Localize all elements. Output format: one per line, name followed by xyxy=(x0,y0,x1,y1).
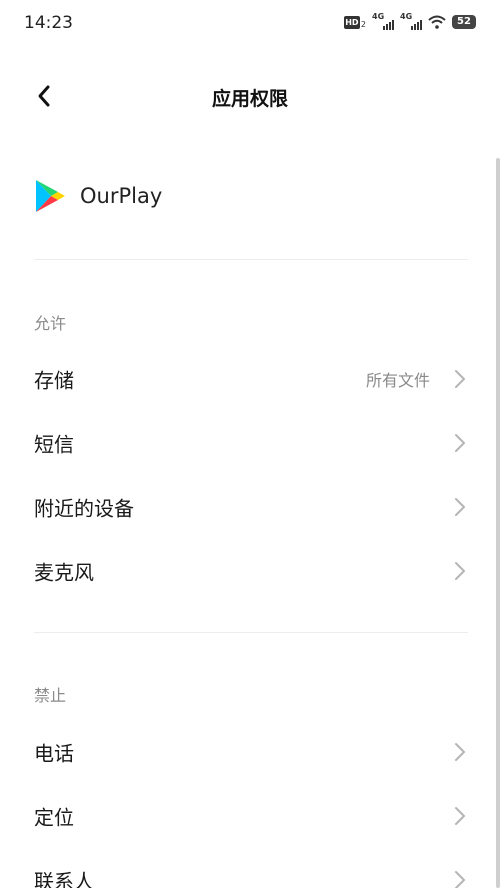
permission-label: 附近的设备 xyxy=(34,496,134,521)
permission-label: 定位 xyxy=(34,805,74,830)
cellular-signal-icon: 4G xyxy=(372,12,394,30)
permission-label: 短信 xyxy=(34,432,74,457)
permission-row-nearby-devices[interactable]: 附近的设备 xyxy=(0,477,500,537)
hd-voice-icon: HD 2 xyxy=(343,15,366,29)
page-header: 应用权限 xyxy=(0,60,500,134)
chevron-right-icon xyxy=(455,498,465,516)
cellular-signal-icon-2: 4G xyxy=(400,12,422,30)
status-time: 14:23 xyxy=(24,13,73,33)
scrollbar[interactable] xyxy=(496,158,500,888)
page-title: 应用权限 xyxy=(211,88,288,110)
chevron-right-icon xyxy=(455,562,465,580)
permission-row-location[interactable]: 定位 xyxy=(0,786,500,846)
section-label-denied: 禁止 xyxy=(34,686,67,705)
permission-row-contacts[interactable]: 联系人 xyxy=(0,850,500,888)
permission-label: 存储 xyxy=(34,368,74,393)
divider xyxy=(34,259,468,260)
chevron-right-icon xyxy=(455,743,465,761)
permission-label: 电话 xyxy=(34,741,74,766)
app-name: OurPlay xyxy=(80,184,163,208)
permission-row-sms[interactable]: 短信 xyxy=(0,413,500,473)
permission-value: 所有文件 xyxy=(365,371,430,390)
permission-row-storage[interactable]: 存储 所有文件 xyxy=(0,349,500,409)
chevron-right-icon xyxy=(455,807,465,825)
app-permissions-screen: 14:23 HD 2 4G 4G 52 应用权限 OurPlay 允许 存储 所… xyxy=(0,0,500,888)
chevron-right-icon xyxy=(455,871,465,888)
status-bar: 14:23 HD 2 4G 4G 52 xyxy=(0,0,500,48)
permission-row-phone[interactable]: 电话 xyxy=(0,722,500,782)
wifi-icon xyxy=(428,15,446,29)
play-store-triangle-icon xyxy=(36,180,65,212)
permission-row-microphone[interactable]: 麦克风 xyxy=(0,541,500,601)
chevron-right-icon xyxy=(455,370,465,388)
chevron-right-icon xyxy=(455,434,465,452)
permission-label: 联系人 xyxy=(34,869,94,888)
status-icons: HD 2 4G 4G 52 xyxy=(343,12,476,30)
permission-label: 麦克风 xyxy=(34,560,94,585)
divider xyxy=(34,632,468,633)
battery-icon: 52 xyxy=(452,15,476,29)
section-label-allowed: 允许 xyxy=(34,314,67,333)
app-info: OurPlay xyxy=(34,174,162,218)
